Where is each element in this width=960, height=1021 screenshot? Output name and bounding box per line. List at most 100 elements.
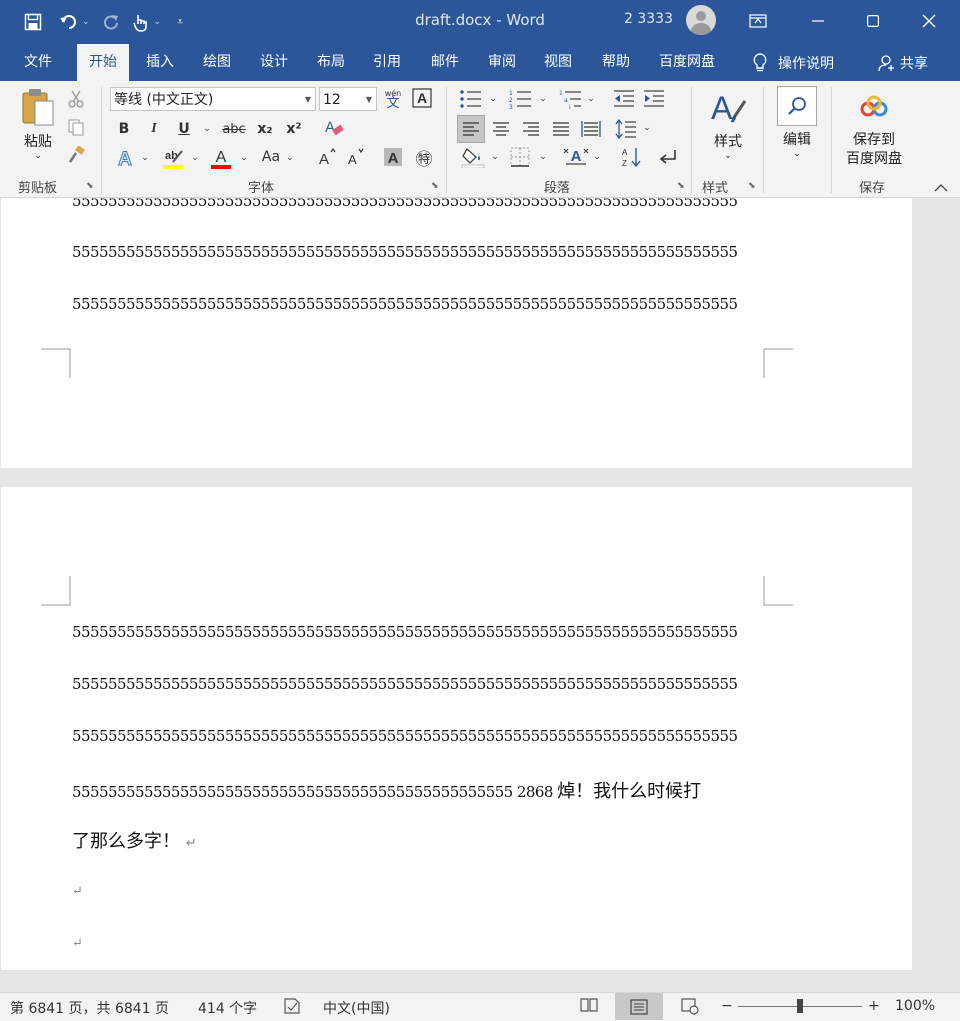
clipboard-launcher-icon[interactable]: ⬊ (86, 181, 94, 191)
styles-launcher-icon[interactable]: ⬊ (748, 181, 756, 191)
font-launcher-icon[interactable]: ⬊ (431, 181, 439, 191)
text-effects-dropdown-icon[interactable]: ⌄ (139, 148, 151, 168)
character-shading-icon[interactable]: A (382, 145, 404, 169)
align-center-icon[interactable] (488, 116, 514, 142)
highlight-dropdown-icon[interactable]: ⌄ (189, 148, 201, 168)
bullets-dropdown-icon[interactable]: ⌄ (487, 90, 499, 108)
baidu-netdisk-icon[interactable] (858, 93, 890, 121)
underline-button[interactable]: U (174, 118, 194, 140)
vertical-scrollbar[interactable] (912, 198, 960, 992)
save-to-netdisk-button[interactable]: 保存到 百度网盘 (838, 131, 910, 169)
copy-icon[interactable] (66, 117, 86, 137)
undo-dropdown-icon[interactable]: ⌄ (82, 17, 90, 27)
zoom-slider-thumb[interactable] (797, 999, 803, 1013)
customize-qat-icon[interactable]: ⩡ (169, 11, 191, 33)
shading-icon[interactable] (460, 145, 486, 169)
grow-font-icon[interactable]: A (316, 145, 338, 169)
tell-me-box[interactable]: 操作说明 (752, 44, 834, 81)
tab-file[interactable]: 文件 (16, 44, 60, 81)
tab-review[interactable]: 审阅 (480, 44, 524, 81)
font-name-select[interactable]: 等线 (中文正文) ▼ (110, 87, 316, 111)
touch-mode-dropdown-icon[interactable]: ⌄ (154, 17, 162, 27)
format-painter-icon[interactable] (66, 145, 86, 165)
change-case-button[interactable]: Aa (260, 145, 282, 169)
document-area[interactable]: 5555555555555555555555555555555555555555… (0, 198, 912, 970)
enclose-characters-button[interactable]: ㊕ (412, 145, 436, 170)
multilevel-list-icon[interactable]: 1ai (558, 88, 584, 110)
styles-icon[interactable]: A (706, 87, 750, 131)
paste-label[interactable]: 粘贴 (18, 131, 58, 151)
multilevel-list-dropdown-icon[interactable]: ⌄ (585, 90, 597, 108)
user-name[interactable]: 2 3333 (624, 11, 673, 27)
superscript-button[interactable]: x² (283, 118, 305, 140)
proofing-icon[interactable] (283, 997, 301, 1019)
numbering-dropdown-icon[interactable]: ⌄ (537, 90, 549, 108)
editing-icon[interactable] (777, 86, 817, 126)
zoom-level[interactable]: 100% (895, 998, 935, 1014)
shrink-font-icon[interactable]: A (345, 145, 367, 169)
save-icon[interactable] (22, 11, 44, 33)
tab-draw[interactable]: 绘图 (195, 44, 239, 81)
decrease-indent-icon[interactable] (612, 88, 636, 110)
numbering-icon[interactable]: 123 (508, 88, 534, 110)
styles-dropdown-icon[interactable]: ⌄ (706, 151, 750, 161)
tab-help[interactable]: 帮助 (594, 44, 638, 81)
undo-icon[interactable] (58, 11, 80, 33)
tab-references[interactable]: 引用 (365, 44, 409, 81)
bullets-icon[interactable] (458, 88, 484, 110)
chinese-layout-icon[interactable]: A (562, 145, 590, 169)
line-spacing-icon[interactable] (614, 116, 638, 142)
clear-formatting-icon[interactable]: A (322, 117, 346, 139)
borders-icon[interactable] (508, 145, 532, 169)
chinese-layout-dropdown-icon[interactable]: ⌄ (591, 148, 603, 166)
align-right-icon[interactable] (518, 116, 544, 142)
font-color-icon[interactable]: A (208, 145, 234, 171)
language[interactable]: 中文(中国) (323, 998, 390, 1018)
align-left-icon[interactable] (457, 115, 485, 143)
character-border-icon[interactable]: A (412, 88, 432, 108)
line-spacing-dropdown-icon[interactable]: ⌄ (641, 118, 653, 138)
tab-home[interactable]: 开始 (77, 44, 129, 81)
tab-design[interactable]: 设计 (252, 44, 296, 81)
ribbon-display-options-icon[interactable] (743, 6, 773, 36)
text-effects-icon[interactable]: A (114, 146, 136, 170)
page[interactable]: 5555555555555555555555555555555555555555… (1, 198, 912, 468)
highlight-icon[interactable]: ab (160, 145, 186, 171)
bold-button[interactable]: B (114, 118, 134, 140)
maximize-icon[interactable] (858, 6, 888, 36)
word-count[interactable]: 414 个字 (198, 998, 257, 1018)
phonetic-guide-button[interactable]: wén 文 (382, 85, 404, 113)
collapse-ribbon-icon[interactable] (932, 181, 950, 195)
cut-icon[interactable] (66, 89, 86, 109)
touch-mode-icon[interactable] (130, 11, 152, 33)
paste-icon[interactable] (20, 87, 56, 127)
tab-baidu-netdisk[interactable]: 百度网盘 (651, 44, 723, 81)
avatar[interactable] (686, 5, 716, 35)
tab-layout[interactable]: 布局 (309, 44, 353, 81)
paragraph-launcher-icon[interactable]: ⬊ (677, 181, 685, 191)
zoom-out-button[interactable]: − (721, 998, 733, 1014)
redo-icon[interactable] (100, 11, 122, 33)
justify-icon[interactable] (548, 116, 574, 142)
subscript-button[interactable]: x₂ (254, 118, 276, 140)
show-marks-icon[interactable] (656, 145, 680, 169)
page[interactable]: 5555555555555555555555555555555555555555… (1, 487, 912, 970)
page-count[interactable]: 第 6841 页，共 6841 页 (10, 998, 169, 1018)
font-size-select[interactable]: 12 ▼ (319, 87, 377, 111)
read-mode-icon[interactable] (580, 997, 598, 1017)
change-case-dropdown-icon[interactable]: ⌄ (284, 148, 296, 168)
zoom-in-button[interactable]: + (868, 998, 880, 1014)
editing-dropdown-icon[interactable]: ⌄ (775, 149, 819, 159)
underline-dropdown-icon[interactable]: ⌄ (201, 119, 213, 139)
tab-mailings[interactable]: 邮件 (423, 44, 467, 81)
sort-icon[interactable]: AZ (620, 145, 644, 169)
strikethrough-button[interactable]: abc (220, 118, 248, 140)
borders-dropdown-icon[interactable]: ⌄ (537, 148, 549, 166)
tab-view[interactable]: 视图 (536, 44, 580, 81)
close-icon[interactable] (914, 6, 944, 36)
print-layout-icon[interactable] (615, 993, 663, 1020)
share-button[interactable]: 共享 (878, 44, 928, 81)
distributed-icon[interactable] (578, 116, 604, 142)
tab-insert[interactable]: 插入 (138, 44, 182, 81)
italic-button[interactable]: I (144, 118, 164, 140)
